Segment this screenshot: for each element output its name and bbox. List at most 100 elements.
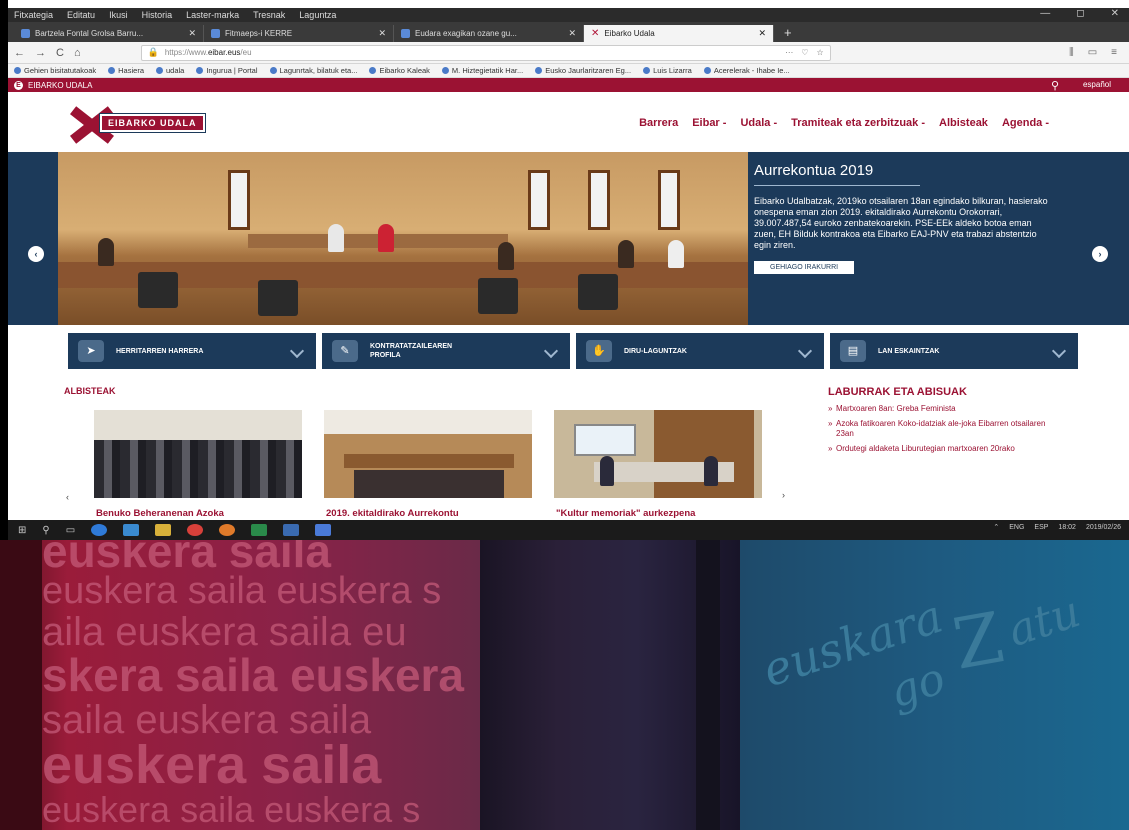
quicklink-herritarren-harrera[interactable]: ➤ HERRITARREN HARRERA — [68, 333, 316, 369]
nav-albisteak[interactable]: Albisteak — [939, 117, 988, 129]
wall-text-line: euskera saila euskera s — [42, 570, 442, 612]
notice-item[interactable]: Azoka fatikoaren Koko-idatziak ale-joka … — [828, 419, 1053, 439]
firefox-icon[interactable] — [219, 524, 236, 536]
minimize-button[interactable]: — — [1040, 8, 1050, 19]
bookmark-star-icon[interactable]: ☆ — [816, 48, 823, 57]
hero-prev-button[interactable]: ‹ — [28, 246, 44, 262]
hamburger-menu-icon[interactable]: ≡ — [1111, 47, 1117, 58]
tray-time[interactable]: 18:02 — [1058, 524, 1076, 531]
bookmark-item[interactable]: Hasiera — [108, 66, 144, 75]
tray-keyboard[interactable]: ESP — [1034, 524, 1048, 531]
nav-home[interactable]: Barrera — [639, 117, 678, 129]
search-icon[interactable]: ⚲ — [42, 525, 49, 536]
notice-item[interactable]: Ordutegi aldaketa Liburutegian martxoare… — [828, 444, 1053, 454]
hero-title: Aurrekontua 2019 — [754, 162, 874, 179]
start-icon[interactable]: ⊞ — [18, 525, 26, 536]
tray-date[interactable]: 2019/02/26 — [1086, 524, 1121, 531]
close-window-button[interactable]: ✕ — [1111, 8, 1119, 19]
url-actions: ··· ♡ ☆ — [785, 48, 823, 57]
file-explorer-icon[interactable] — [155, 524, 172, 536]
page-actions-icon[interactable]: ··· — [785, 48, 793, 57]
library-icon[interactable]: ⫼ — [1069, 47, 1074, 58]
tab-1[interactable]: Bartzela Fontal Grolsa Barru... ✕ — [14, 25, 204, 42]
close-tab-icon[interactable]: ✕ — [378, 28, 386, 39]
bookmark-item[interactable]: Eusko Jaurlaritzaren Eg... — [535, 66, 631, 75]
topbar-brand[interactable]: EIBARKO UDALA — [28, 81, 92, 90]
bookmark-item[interactable]: Acerelerak - Ihabe Ie... — [703, 66, 790, 75]
menu-tools[interactable]: Tresnak — [253, 10, 285, 20]
reload-button[interactable]: C — [56, 47, 64, 59]
news-prev-button[interactable]: ‹ — [66, 492, 69, 502]
new-tab-button[interactable]: + — [774, 25, 802, 42]
close-tab-icon[interactable]: ✕ — [188, 28, 196, 39]
quicklink-lan-eskaintzak[interactable]: ▤ LAN ESKAINTZAK — [830, 333, 1078, 369]
menu-history[interactable]: Historia — [142, 10, 173, 20]
photo-person — [98, 238, 114, 266]
bookmark-item[interactable]: udala — [155, 66, 184, 75]
address-bar[interactable]: 🔒 https://www.eibar.eus/eu ··· ♡ ☆ — [140, 44, 831, 61]
main-nav: Barrera Eibar - Udala - Tramiteak eta ze… — [639, 117, 1049, 129]
read-more-button[interactable]: GEHIAGO IRAKURRI — [754, 261, 855, 274]
tray-expand-icon[interactable]: ⌃ — [993, 523, 999, 531]
news-title-3[interactable]: "Kultur memoriak" aurkezpena — [556, 508, 695, 519]
maximize-button[interactable]: ◻ — [1076, 8, 1084, 19]
bookmark-item[interactable]: Lagunrtak, bilatuk eta... — [269, 66, 357, 75]
news-next-button[interactable]: › — [782, 490, 785, 500]
bookmark-item[interactable]: Luis Lizarra — [643, 66, 692, 75]
close-tab-icon[interactable]: ✕ — [568, 28, 576, 39]
photo-person — [378, 224, 394, 252]
home-button[interactable]: ⌂ — [74, 47, 81, 59]
chevron-down-icon — [1051, 343, 1067, 359]
url-text: https://www.eibar.eus/eu — [164, 48, 252, 57]
menu-view[interactable]: Ikusi — [109, 10, 128, 20]
bookmark-item[interactable]: Ingurua | Portal — [196, 66, 258, 75]
photo-person — [618, 240, 634, 268]
menu-file[interactable]: Fitxategia — [14, 10, 53, 20]
excel-icon[interactable] — [251, 524, 268, 536]
nav-eibar[interactable]: Eibar - — [692, 117, 726, 129]
menu-bookmarks[interactable]: Laster-marka — [186, 10, 239, 20]
photo-person — [600, 456, 614, 486]
outlook-icon[interactable] — [123, 524, 140, 536]
news-title-1[interactable]: Benuko Beheranenan Azoka — [96, 508, 224, 519]
news-title-2[interactable]: 2019. ekitaldirako Aurrekontu — [326, 508, 459, 519]
hero-next-button[interactable]: › — [1092, 246, 1108, 262]
tab-2[interactable]: Fitmaeps-i KERRE ✕ — [204, 25, 394, 42]
menu-edit[interactable]: Editatu — [67, 10, 95, 20]
back-button[interactable]: ← — [14, 47, 25, 59]
app-icon[interactable] — [315, 524, 332, 536]
language-link[interactable]: español — [1083, 80, 1111, 89]
close-tab-icon[interactable]: ✕ — [758, 28, 766, 39]
news-image-2[interactable] — [324, 410, 532, 498]
bookmark-item[interactable]: M. Hiztegietatik Har... — [441, 66, 523, 75]
search-icon[interactable]: ⚲ — [1051, 79, 1059, 92]
bookmark-item[interactable]: Eibarko Kaleak — [369, 66, 430, 75]
tray-language[interactable]: ENG — [1009, 524, 1024, 531]
tab-eibarko-udala[interactable]: ✕ Eibarko Udala ✕ — [584, 25, 774, 42]
pocket-icon[interactable]: ♡ — [801, 48, 808, 57]
photo-chair — [258, 280, 298, 316]
tab-3[interactable]: Eudara exagikan ozane gu... ✕ — [394, 25, 584, 42]
nav-tramiteak[interactable]: Tramiteak eta zerbitzuak - — [791, 117, 925, 129]
nav-udala[interactable]: Udala - — [740, 117, 777, 129]
app-icon[interactable] — [283, 524, 300, 536]
edge-browser-icon[interactable] — [91, 524, 108, 536]
bookmark-item[interactable]: Gehien bisitatutakoak — [14, 66, 96, 75]
sidebar-icon[interactable]: ▭ — [1088, 47, 1097, 58]
chrome-icon[interactable] — [187, 524, 204, 536]
hero-divider — [754, 185, 920, 186]
news-image-1[interactable] — [94, 410, 302, 498]
menu-help[interactable]: Laguntza — [299, 10, 336, 20]
wall-photo: euskera saila euskera saila euskera s ai… — [0, 540, 1129, 830]
notice-item[interactable]: Martxoaren 8an: Greba Feminista — [828, 404, 1053, 414]
favicon-icon — [211, 29, 220, 38]
quicklink-diru-laguntzak[interactable]: ✋ DIRU-LAGUNTZAK — [576, 333, 824, 369]
news-image-3[interactable] — [554, 410, 762, 498]
windows-taskbar: ⊞ ⚲ ▭ ⌃ ENG ESP 18:02 2019/02/26 — [8, 520, 1129, 540]
task-view-icon[interactable]: ▭ — [66, 525, 75, 536]
favicon-icon — [21, 29, 30, 38]
eibarko-udala-logo[interactable]: EIBARKO UDALA — [60, 106, 250, 144]
forward-button[interactable]: → — [35, 47, 46, 59]
quicklink-kontratatzailearen-profila[interactable]: ✎ KONTRATATZAILEAREN PROFILA — [322, 333, 570, 369]
nav-agenda[interactable]: Agenda - — [1002, 117, 1049, 129]
